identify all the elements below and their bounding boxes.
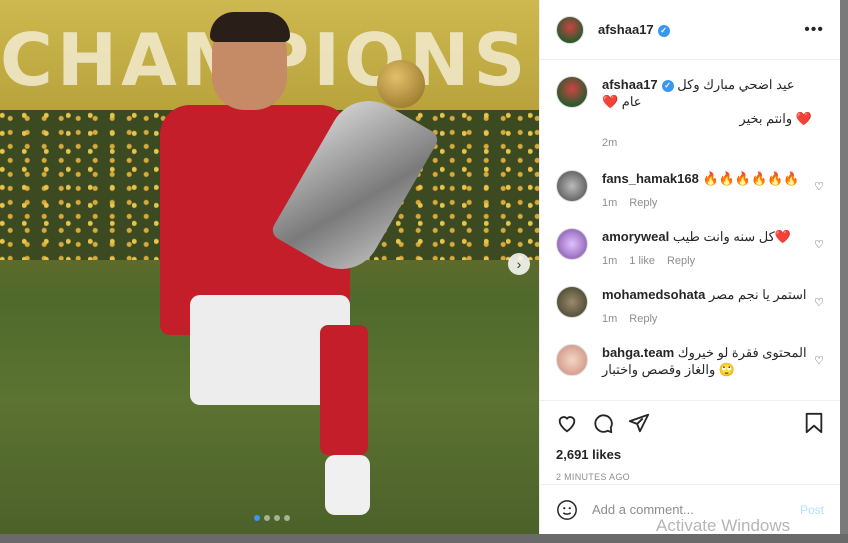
likes-count[interactable]: 2,691 likes [556,447,824,462]
caption-text-2: ❤️ وانتم بخير [739,111,812,126]
avatar[interactable] [556,15,584,44]
heart-icon[interactable] [556,412,578,434]
list-item: amoryweal ❤️كل سنه وانت طيب 1m 1 like Repl… [556,228,824,270]
avatar[interactable] [556,170,588,202]
comments-list[interactable]: afshaa17 ✓ عيد اضحي مبارك وكل عام ❤️ ❤️ و… [540,60,840,400]
trophy-body [269,86,441,284]
activate-windows-watermark: Activate Windows [656,516,791,535]
reply-button[interactable]: Reply [629,197,657,209]
comment-username[interactable]: fans_hamak168 [602,171,699,186]
verified-badge-icon: ✓ [657,25,670,37]
list-item: fans_hamak168 🔥🔥🔥🔥🔥🔥 1m Reply ♡ [556,170,824,212]
carousel-dots [254,515,290,521]
comment-text: 🔥🔥🔥🔥🔥🔥 [702,171,800,186]
avatar[interactable] [556,286,588,318]
caption: afshaa17 ✓ عيد اضحي مبارك وكل عام ❤️ ❤️ و… [556,76,824,152]
comment-username[interactable]: bahga.team [602,345,674,360]
instagram-post: CHAMPIONS › afshaa17✓ ••• [0,0,840,534]
bookmark-icon[interactable] [804,412,824,434]
reply-button[interactable]: Reply [667,255,695,267]
verified-badge-icon: ✓ [661,80,674,92]
caption-time: 2m [602,137,618,149]
comment-likes[interactable]: 1 like [629,255,655,267]
trophy [269,60,441,284]
post-header: afshaa17 ✓ ••• [540,0,840,60]
comment-icon[interactable] [592,412,614,434]
player-shoe [325,455,370,515]
post-button[interactable]: Post [800,503,824,517]
comment-time: 1m [602,197,618,209]
avatar[interactable] [556,228,588,260]
post-media[interactable]: CHAMPIONS › [0,0,539,534]
comment-username[interactable]: amoryweal [602,229,669,244]
post-timestamp: 2 MINUTES AGO [556,472,630,482]
player-sock [320,325,368,455]
caption-username[interactable]: afshaa17 ✓ [602,77,674,92]
heart-icon[interactable]: ♡ [814,296,824,309]
carousel-dot [254,515,260,521]
heart-icon[interactable]: ♡ [814,238,824,251]
post-sidebar: afshaa17 ✓ ••• afshaa17 ✓ عيد اضحي مبارك و… [539,0,840,534]
comment-text: ❤️كل سنه وانت طيب [672,229,791,244]
chevron-right-icon[interactable]: › [508,253,530,275]
comment-time: 1m [602,255,618,267]
list-item: bahga.team المحتوى فقرة لو خيروك 🙄 والغا… [556,344,824,378]
avatar[interactable] [556,344,588,376]
carousel-dot [274,515,280,521]
comment-input[interactable] [592,502,792,517]
list-item: mohamedsohata استمر يا نجم مصر 1m Reply ♡ [556,286,824,328]
heart-icon[interactable]: ♡ [814,180,824,193]
carousel-dot [264,515,270,521]
heart-icon[interactable]: ♡ [814,354,824,367]
emoji-icon[interactable] [556,499,578,521]
reply-button[interactable]: Reply [629,313,657,325]
trophy-ball [377,60,425,108]
comment-time: 1m [602,313,618,325]
carousel-dot [284,515,290,521]
post-actions: 2,691 likes 2 MINUTES AGO [540,400,840,492]
comment-username[interactable]: mohamedsohata [602,287,705,302]
comment-text: استمر يا نجم مصر [708,287,807,302]
more-horizontal-icon[interactable]: ••• [804,21,824,39]
header-username[interactable]: afshaa17 ✓ [598,22,670,37]
player-hair [210,12,290,42]
share-icon[interactable] [628,412,650,434]
avatar[interactable] [556,76,588,108]
